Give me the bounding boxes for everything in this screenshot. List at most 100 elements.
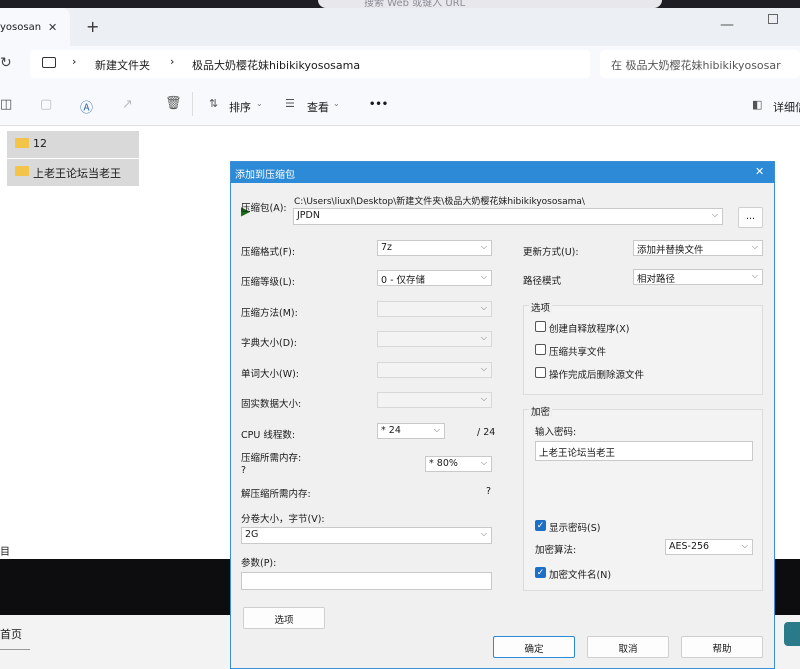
options-button[interactable]: 选项 [243, 607, 325, 629]
sort-button[interactable]: 排序 [229, 99, 251, 115]
chevron-down-icon: ⌵ [480, 242, 487, 251]
volume-input[interactable]: 2G ⌵ [241, 527, 492, 544]
new-tab-button[interactable]: + [86, 17, 99, 36]
breadcrumb-item[interactable]: 极品大奶樱花妹hibikikyososama [192, 57, 360, 73]
path-mode-select[interactable]: 相对路径 ⌵ [633, 269, 763, 285]
details-button[interactable]: 详细信 [773, 99, 800, 115]
chevron-right-icon: › [72, 55, 77, 68]
cpu-value: * 24 [381, 425, 401, 436]
home-tab[interactable]: 首页 [0, 626, 22, 642]
rename-icon[interactable]: Ⓐ [80, 97, 93, 116]
status-text: 目 [0, 547, 10, 558]
encrypt-names-checkbox[interactable]: ✓ [535, 567, 546, 578]
tab-title: yososan [0, 22, 42, 33]
params-input[interactable] [241, 572, 492, 590]
breadcrumb-item[interactable]: 新建文件夹 [95, 57, 150, 73]
tab-underline [0, 649, 30, 650]
app-icon[interactable] [784, 622, 800, 646]
chevron-down-icon: ⌵ [751, 242, 758, 251]
memory-percent-select[interactable]: * 80% ⌵ [425, 456, 492, 472]
share-icon[interactable]: ↗ [122, 97, 133, 112]
chevron-down-icon: ⌵ [433, 425, 440, 434]
chevron-down-icon: ⌵ [480, 364, 487, 373]
dict-select[interactable]: ⌵ [377, 331, 492, 347]
chevron-down-icon: ⌵ [480, 458, 487, 467]
cpu-label: CPU 线程数: [241, 430, 296, 441]
help-button[interactable]: 帮助 [681, 636, 763, 658]
ok-button[interactable]: 确定 [493, 636, 575, 658]
chevron-right-icon: › [170, 55, 175, 68]
delete-icon[interactable]: 🗑 [165, 96, 182, 111]
view-button[interactable]: 查看 [307, 99, 329, 115]
dialog-title: 添加到压缩包 [235, 170, 295, 181]
encryption-method-select[interactable]: AES-256 ⌵ [665, 539, 753, 555]
explorer-toolbar [0, 84, 800, 126]
solid-label: 固实数据大小: [241, 399, 302, 410]
toolbar-divider [192, 92, 193, 116]
word-label: 单词大小(W): [241, 369, 300, 380]
address-placeholder: 搜索 Web 或键入 URL [364, 0, 466, 8]
shared-label: 压缩共享文件 [549, 347, 607, 358]
params-label: 参数(P): [241, 558, 277, 569]
folder-icon [15, 138, 29, 148]
search-placeholder: 在 极品大奶樱花妹hibikikyososar [611, 59, 781, 72]
update-select[interactable]: 添加并替换文件 ⌵ [633, 240, 763, 256]
chevron-down-icon: ⌵ [711, 210, 718, 219]
solid-select[interactable]: ⌵ [377, 392, 492, 408]
delete-checkbox[interactable] [535, 367, 546, 378]
password-input[interactable]: 上老王论坛当老王 [535, 441, 753, 461]
archive-name-value: JPDN [297, 210, 320, 221]
tab-close-icon[interactable]: ✕ [48, 21, 57, 34]
level-value: 0 - 仅存储 [381, 275, 426, 286]
add-to-archive-dialog: 添加到压缩包 ✕ ▶ 压缩包(A): C:\Users\liuxl\Deskto… [230, 161, 775, 669]
volume-value: 2G [245, 529, 259, 540]
file-item[interactable]: 12 [7, 131, 139, 158]
new-icon[interactable]: ◫ [0, 97, 12, 112]
cpu-select[interactable]: * 24 ⌵ [377, 423, 445, 439]
chevron-down-icon: ⌵ [480, 529, 487, 538]
maximize-icon[interactable] [768, 14, 778, 24]
method-select[interactable]: ⌵ [377, 301, 492, 317]
chevron-down-icon: ⌵ [741, 541, 748, 550]
chevron-down-icon: ⌵ [480, 333, 487, 342]
word-select[interactable]: ⌵ [377, 362, 492, 378]
show-password-checkbox[interactable]: ✓ [535, 520, 546, 531]
dialog-close-icon[interactable]: ✕ [755, 165, 764, 178]
file-name: 12 [33, 137, 47, 150]
decompress-memory-value: ? [486, 486, 492, 497]
level-label: 压缩等级(L): [241, 277, 295, 288]
encrypt-names-label: 加密文件名(N) [549, 570, 612, 581]
minimize-icon[interactable]: — [720, 17, 734, 33]
view-icon: ☰ [285, 97, 295, 110]
format-select[interactable]: 7z ⌵ [377, 240, 492, 256]
file-item[interactable]: 上老王论坛当老王 [7, 159, 139, 186]
chevron-down-icon: ⌵ [480, 394, 487, 403]
address-bar[interactable]: 搜索 Web 或键入 URL [318, 0, 662, 8]
options-group-title: 选项 [529, 300, 553, 314]
chevron-down-icon: ⌄ [256, 99, 263, 108]
path-mode-value: 相对路径 [637, 274, 676, 285]
level-select[interactable]: 0 - 仅存储 ⌵ [377, 270, 492, 286]
format-label: 压缩格式(F): [241, 247, 296, 258]
chevron-down-icon: ⌵ [480, 303, 487, 312]
path-mode-label: 路径模式 [523, 276, 562, 287]
paste-icon[interactable]: ▢ [40, 97, 52, 112]
archive-name-input[interactable]: JPDN ⌵ [293, 208, 723, 225]
more-button[interactable]: ••• [369, 99, 388, 110]
cancel-button[interactable]: 取消 [587, 636, 669, 658]
delete-label: 操作完成后删除源文件 [549, 370, 645, 381]
details-pane-icon: ◧ [752, 98, 763, 111]
decompress-memory-label: 解压缩所需内存: [241, 489, 311, 500]
sfx-label: 创建自释放程序(X) [549, 324, 630, 335]
browse-button[interactable]: ... [738, 207, 763, 228]
volume-label: 分卷大小，字节(V): [241, 514, 325, 525]
update-value: 添加并替换文件 [637, 245, 704, 256]
format-value: 7z [381, 242, 393, 253]
folder-icon [15, 166, 29, 176]
shared-checkbox[interactable] [535, 344, 546, 355]
refresh-icon[interactable]: ↻ [0, 55, 12, 71]
cpu-total: / 24 [477, 427, 496, 438]
sfx-checkbox[interactable] [535, 321, 546, 332]
show-password-label: 显示密码(S) [549, 523, 601, 534]
encryption-method-label: 加密算法: [535, 545, 577, 556]
